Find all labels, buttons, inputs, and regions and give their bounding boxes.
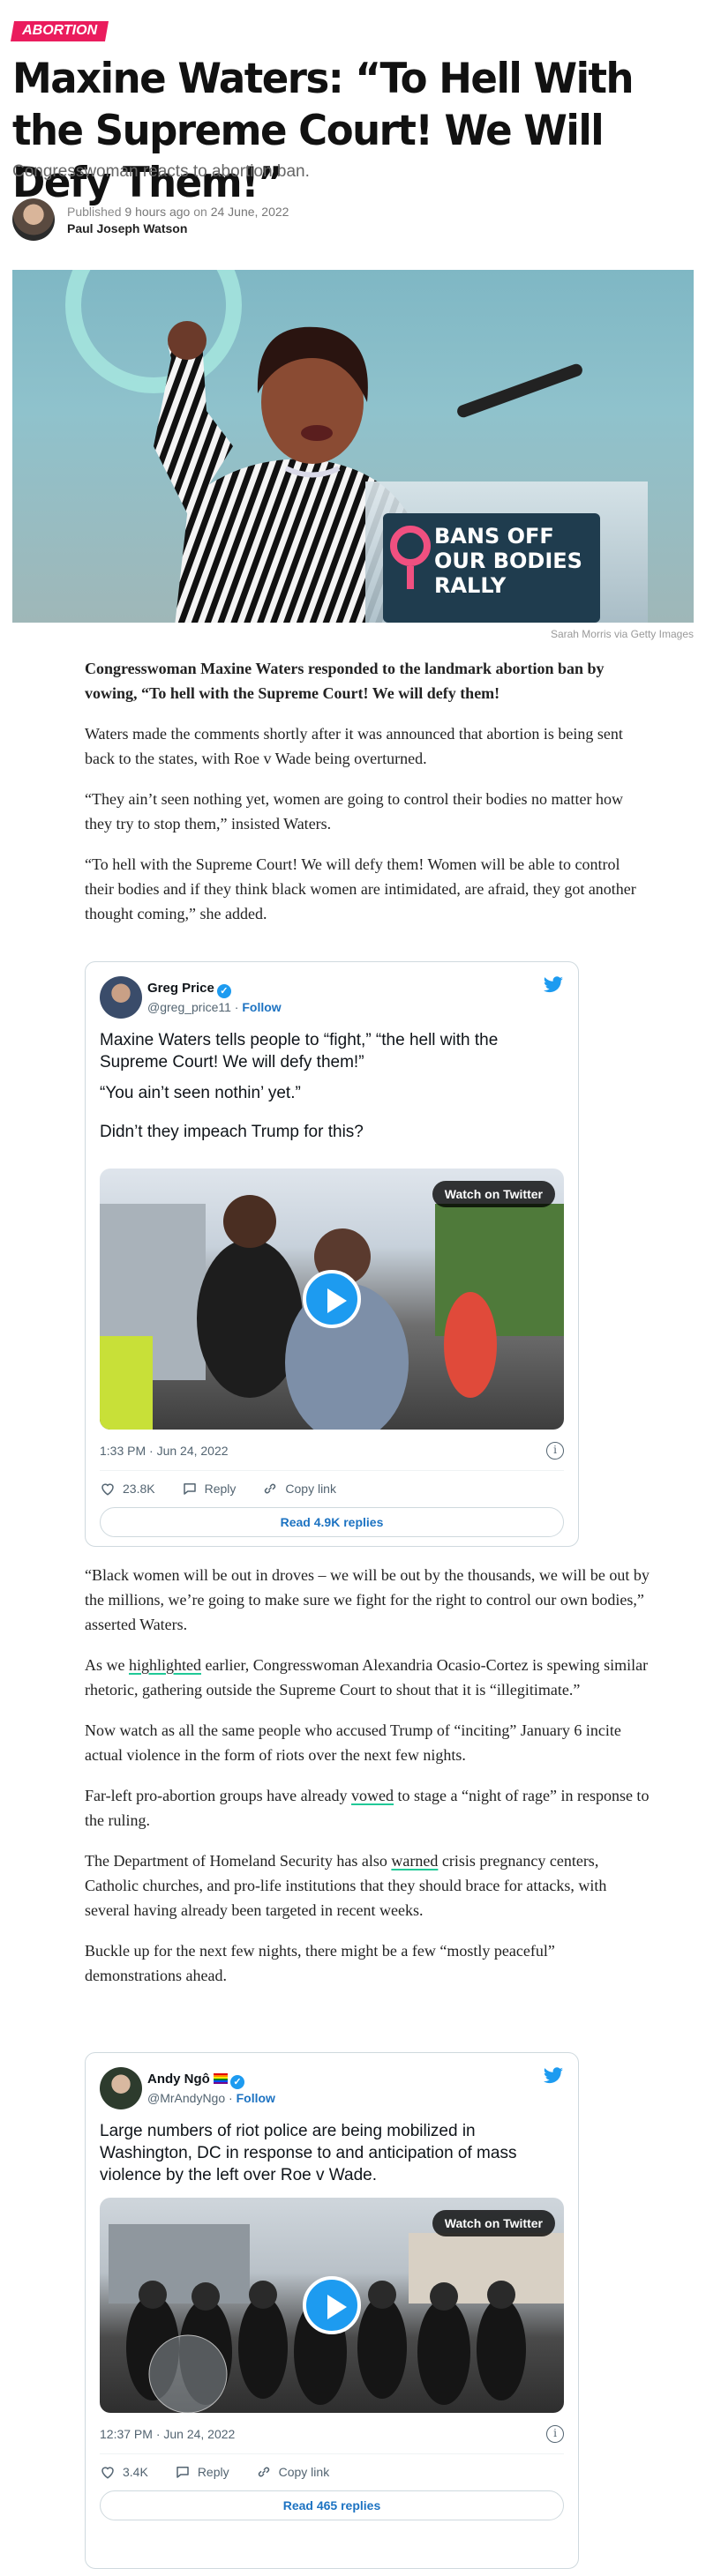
- article-paragraph: As we highlighted earlier, Congresswoman…: [85, 1656, 649, 1699]
- info-icon[interactable]: i: [546, 1442, 564, 1460]
- byline: Published 9 hours ago on 24 June, 2022 P…: [12, 198, 289, 242]
- article-paragraph: “Black women will be out in droves – we …: [85, 1566, 650, 1633]
- like-count: 3.4K: [123, 2465, 148, 2479]
- publish-info: Published 9 hours ago on 24 June, 2022: [67, 204, 289, 219]
- watch-on-twitter-button[interactable]: Watch on Twitter: [432, 2210, 555, 2236]
- reply-button[interactable]: Reply: [175, 2464, 229, 2480]
- tweet-handle[interactable]: @greg_price11: [147, 1000, 231, 1014]
- article-paragraph: “To hell with the Supreme Court! We will…: [85, 855, 636, 922]
- link-icon: [265, 1483, 276, 1494]
- tweet-author-name[interactable]: Greg Price ✓: [147, 981, 282, 998]
- author-name[interactable]: Paul Joseph Watson: [67, 221, 289, 235]
- tweet-video[interactable]: Watch on Twitter: [100, 1169, 564, 1430]
- tweet-handle[interactable]: @MrAndyNgo: [147, 2091, 225, 2105]
- embedded-tweet[interactable]: Greg Price ✓ @greg_price11 · Follow Maxin…: [85, 961, 579, 1547]
- like-button[interactable]: 23.8K: [100, 1481, 155, 1497]
- category-tag[interactable]: ABORTION: [10, 21, 109, 41]
- author-avatar[interactable]: [12, 198, 55, 241]
- tweet-text: Maxine Waters tells people to “fight,” “…: [100, 1031, 499, 1071]
- divider: [100, 1470, 564, 1471]
- image-credit: Sarah Morris via Getty Images: [550, 628, 694, 640]
- copy-link-button[interactable]: Copy link: [262, 1481, 336, 1497]
- publish-date: 24 June, 2022: [210, 204, 289, 219]
- article-lead: Congresswoman Maxine Waters responded to…: [85, 660, 605, 702]
- article-paragraph: “They ain’t seen nothing yet, women are …: [85, 790, 624, 833]
- rainbow-flag-icon: [214, 2073, 228, 2084]
- read-replies-button[interactable]: Read 465 replies: [100, 2490, 564, 2520]
- reply-icon: [176, 2467, 189, 2478]
- play-button-icon[interactable]: [303, 2276, 361, 2334]
- article-title: Maxine Waters: “To Hell With the Supreme…: [12, 54, 635, 207]
- tweet-header: Andy Ngô ✓ @MrAndyNgo · Follow: [100, 2067, 275, 2109]
- follow-button[interactable]: Follow: [237, 2091, 275, 2105]
- article-paragraph: Now watch as all the same people who acc…: [85, 1721, 621, 1764]
- twitter-bird-icon[interactable]: [543, 2067, 564, 2085]
- article-paragraph: The Department of Homeland Security has …: [85, 1852, 607, 1919]
- play-button-icon[interactable]: [303, 1270, 361, 1328]
- link-icon: [258, 2467, 269, 2477]
- tweet-text: “You ain’t seen nothin’ yet.”: [100, 1084, 301, 1102]
- highlighted-link[interactable]: highlighted: [129, 1656, 201, 1674]
- like-button[interactable]: 3.4K: [100, 2464, 148, 2480]
- heart-icon: [101, 1483, 114, 1496]
- follow-button[interactable]: Follow: [242, 1000, 281, 1014]
- tweet-text: Didn’t they impeach Trump for this?: [100, 1123, 364, 1141]
- rally-sign-text: BANS OFF OUR BODIES RALLY: [434, 524, 582, 598]
- tweet-author-name[interactable]: Andy Ngô ✓: [147, 2072, 275, 2089]
- watch-on-twitter-button[interactable]: Watch on Twitter: [432, 1181, 555, 1207]
- tweet-video[interactable]: Watch on Twitter: [100, 2198, 564, 2413]
- article-subtitle: Congresswoman reacts to abortion ban.: [12, 162, 310, 181]
- info-icon[interactable]: i: [546, 2425, 564, 2443]
- article-body-top: Congresswoman Maxine Waters responded to…: [85, 656, 650, 942]
- read-replies-button[interactable]: Read 4.9K replies: [100, 1507, 564, 1537]
- article-paragraph: Buckle up for the next few nights, there…: [85, 1942, 555, 1984]
- microphone: [455, 362, 584, 420]
- tweet-avatar[interactable]: [100, 976, 142, 1019]
- reply-icon: [183, 1483, 196, 1495]
- like-count: 23.8K: [123, 1482, 155, 1496]
- article-body-bottom: “Black women will be out in droves – we …: [85, 1563, 650, 2004]
- tweet-avatar[interactable]: [100, 2067, 142, 2109]
- divider: [100, 2453, 564, 2454]
- verified-badge-icon: ✓: [216, 984, 231, 998]
- tweet-timestamp[interactable]: 1:33 PM · Jun 24, 2022: [100, 1444, 229, 1458]
- tweet-timestamp[interactable]: 12:37 PM · Jun 24, 2022: [100, 2427, 235, 2441]
- article-paragraph: Far-left pro-abortion groups have alread…: [85, 1787, 650, 1829]
- article-paragraph: Waters made the comments shortly after i…: [85, 725, 623, 767]
- verified-badge-icon: ✓: [230, 2075, 244, 2089]
- tweet-actions: 3.4K Reply Copy link: [100, 2464, 356, 2480]
- hero-image: BANS OFF OUR BODIES RALLY: [12, 270, 694, 623]
- twitter-bird-icon[interactable]: [543, 976, 564, 994]
- category-label: ABORTION: [22, 23, 98, 38]
- relative-time: 9 hours ago: [124, 204, 191, 219]
- venus-symbol-icon: [390, 526, 431, 589]
- tweet-actions: 23.8K Reply Copy link: [100, 1481, 363, 1497]
- heart-icon: [101, 2467, 114, 2479]
- vowed-link[interactable]: vowed: [351, 1787, 394, 1804]
- warned-link[interactable]: warned: [391, 1852, 438, 1870]
- tweet-header: Greg Price ✓ @greg_price11 · Follow: [100, 976, 282, 1019]
- embedded-tweet[interactable]: Andy Ngô ✓ @MrAndyNgo · Follow Large num…: [85, 2052, 579, 2569]
- reply-button[interactable]: Reply: [182, 1481, 236, 1497]
- copy-link-button[interactable]: Copy link: [256, 2464, 329, 2480]
- tweet-text: Large numbers of riot police are being m…: [100, 2122, 517, 2184]
